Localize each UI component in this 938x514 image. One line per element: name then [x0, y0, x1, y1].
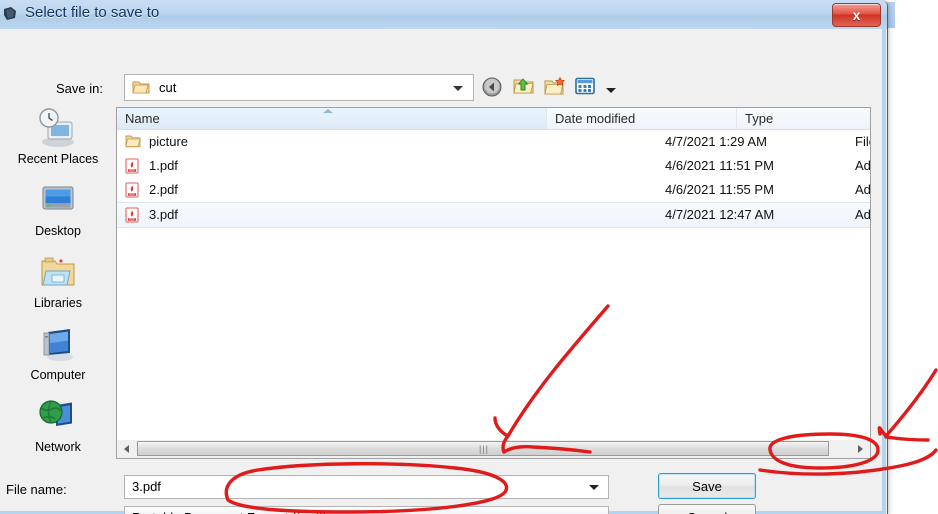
- new-folder-button[interactable]: [543, 76, 568, 100]
- save-in-value: cut: [159, 80, 177, 95]
- table-row[interactable]: PDF 1.pdf 4/6/2021 11:51 PM Adobe Acroba…: [117, 154, 870, 178]
- views-button[interactable]: [574, 76, 599, 100]
- views-chevron-down-icon[interactable]: [606, 87, 616, 93]
- place-item-network[interactable]: Network: [6, 395, 110, 467]
- file-date-modified: 4/6/2021 11:55 PM: [665, 182, 774, 197]
- column-header-date-modified[interactable]: Date modified: [547, 108, 737, 129]
- file-date-modified: 4/7/2021 1:29 AM: [665, 134, 767, 149]
- back-button[interactable]: [481, 76, 506, 100]
- dialog-toolbar: [481, 75, 616, 101]
- scrollbar-thumb[interactable]: |||: [137, 441, 829, 456]
- save-in-label: Save in:: [56, 81, 103, 96]
- table-row[interactable]: PDF 2.pdf 4/6/2021 11:55 PM Adobe Acroba…: [117, 178, 870, 202]
- desktop-icon: [36, 179, 80, 223]
- recent-places-icon: [36, 107, 80, 151]
- close-button[interactable]: x: [832, 3, 881, 27]
- file-list-header: Name Date modified Type: [117, 108, 870, 130]
- place-item-libraries[interactable]: Libraries: [6, 251, 110, 323]
- scroll-left-icon[interactable]: [118, 440, 135, 457]
- file-name: 3.pdf: [149, 207, 178, 222]
- chevron-down-icon[interactable]: [589, 485, 599, 490]
- libraries-icon: [36, 251, 80, 295]
- place-item-desktop[interactable]: Desktop: [6, 179, 110, 251]
- up-folder-button[interactable]: [512, 76, 537, 100]
- file-type: Adobe Acrobat Doc: [855, 207, 871, 222]
- place-label: Network: [35, 440, 81, 454]
- file-list[interactable]: Name Date modified Type picture 4/7/2021…: [116, 107, 871, 459]
- save-as-type-combo[interactable]: Portable Document Format (*.pdf): [124, 506, 609, 514]
- file-name: 2.pdf: [149, 182, 178, 197]
- file-type: Adobe Acrobat Doc: [855, 158, 871, 173]
- place-label: Computer: [30, 368, 86, 382]
- place-label: Libraries: [34, 296, 82, 310]
- file-date-modified: 4/6/2021 11:51 PM: [665, 158, 774, 173]
- save-as-type-value: Portable Document Format (*.pdf): [132, 510, 327, 514]
- folder-icon: [132, 80, 150, 98]
- scrollbar-grip-icon: |||: [479, 444, 490, 454]
- horizontal-scrollbar[interactable]: |||: [116, 440, 871, 458]
- file-list-rows: picture 4/7/2021 1:29 AM File folder PDF: [117, 130, 870, 228]
- close-icon: x: [852, 7, 861, 23]
- table-row-selected[interactable]: PDF 3.pdf 4/7/2021 12:47 AM Adobe Acroba…: [117, 202, 870, 228]
- chevron-down-icon: [453, 86, 463, 91]
- save-button[interactable]: Save: [658, 473, 756, 499]
- save-file-dialog: Select file to save to x Save in: cut Re…: [0, 0, 888, 514]
- column-header-type[interactable]: Type: [737, 108, 870, 129]
- dialog-title: Select file to save to: [25, 4, 160, 21]
- network-icon: [36, 395, 80, 439]
- file-name-label: File name:: [6, 482, 67, 497]
- file-date-modified: 4/7/2021 12:47 AM: [665, 207, 775, 222]
- file-name: 1.pdf: [149, 158, 178, 173]
- place-item-recent-places[interactable]: Recent Places: [6, 107, 110, 179]
- save-in-combo[interactable]: cut: [124, 74, 474, 101]
- file-type: Adobe Acrobat Doc: [855, 182, 871, 197]
- file-name-value: 3.pdf: [132, 479, 161, 494]
- place-label: Desktop: [35, 224, 81, 238]
- file-type: File folder: [855, 134, 870, 149]
- cancel-button[interactable]: Cancel: [658, 504, 756, 514]
- place-item-computer[interactable]: Computer: [6, 323, 110, 395]
- application-icon: [3, 6, 20, 23]
- screenshot-root: Object Path Text Filters Extensions Help…: [0, 0, 938, 514]
- scroll-right-icon[interactable]: [852, 440, 869, 457]
- dialog-body: Save in: cut Recent Places Desktop Libra…: [0, 29, 882, 514]
- table-row[interactable]: picture 4/7/2021 1:29 AM File folder: [117, 130, 870, 154]
- places-bar: Recent Places Desktop Libraries Computer…: [6, 107, 110, 457]
- place-label: Recent Places: [17, 152, 99, 166]
- file-name-field[interactable]: 3.pdf: [124, 475, 609, 499]
- sort-ascending-icon: [323, 109, 333, 113]
- computer-icon: [36, 323, 80, 367]
- file-name: picture: [149, 134, 189, 149]
- dialog-titlebar: Select file to save to x: [0, 0, 887, 29]
